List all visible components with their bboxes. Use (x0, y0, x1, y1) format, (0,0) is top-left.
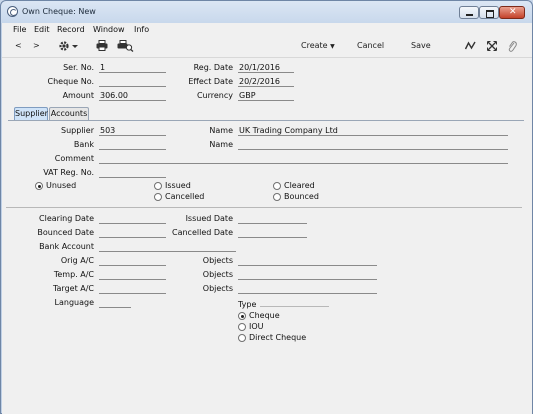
bank-name-label: Name (209, 140, 233, 149)
form-area: Ser. No. 1 Cheque No. Amount 306.00 Reg.… (2, 58, 532, 414)
cancelled-date-label: Cancelled Date (172, 228, 233, 237)
bounced-date-label: Bounced Date (37, 228, 94, 237)
status-bounced-label: Bounced (284, 192, 319, 201)
cheque-no-label: Cheque No. (47, 77, 94, 86)
type-cheque-label: Cheque (249, 311, 280, 320)
vat-reg-no-field[interactable] (99, 168, 166, 178)
type-direct-cheque-radio[interactable] (238, 334, 246, 342)
close-button[interactable] (499, 6, 525, 19)
bank-field[interactable] (99, 140, 166, 150)
bank-label: Bank (73, 140, 94, 149)
ser-no-label: Ser. No. (63, 63, 94, 72)
status-cancelled-label: Cancelled (165, 192, 205, 201)
section-divider (6, 207, 522, 208)
bounced-date-field[interactable] (99, 228, 166, 238)
reg-date-label: Reg. Date (193, 63, 233, 72)
tab-divider (8, 120, 524, 121)
comment-field[interactable] (99, 154, 508, 164)
issued-date-field[interactable] (238, 214, 307, 224)
language-label: Language (54, 298, 94, 307)
status-cancelled-radio[interactable] (154, 193, 162, 201)
print-icon[interactable] (96, 40, 108, 51)
title-bar[interactable]: Own Cheque: New (1, 1, 532, 22)
objects-label-1: Objects (202, 256, 233, 265)
effect-date-field[interactable]: 20/2/2016 (238, 77, 294, 87)
currency-field[interactable]: GBP (238, 91, 294, 101)
window-title: Own Cheque: New (22, 7, 96, 16)
status-cleared-radio[interactable] (273, 182, 281, 190)
status-issued-label: Issued (165, 181, 191, 190)
chevron-down-icon: ▼ (330, 43, 335, 50)
type-label: Type (238, 300, 257, 309)
bank-account-label: Bank Account (39, 242, 94, 251)
temp-ac-field[interactable] (99, 270, 166, 280)
status-issued-radio[interactable] (154, 182, 162, 190)
bank-name-field[interactable] (238, 140, 508, 150)
cancelled-date-field[interactable] (238, 228, 307, 238)
attachment-icon[interactable] (507, 40, 517, 52)
trend-icon[interactable] (465, 41, 476, 51)
status-unused-label: Unused (46, 181, 77, 190)
objects-field-3[interactable] (238, 284, 377, 294)
status-unused-radio[interactable] (35, 182, 43, 190)
expand-icon[interactable] (487, 41, 497, 51)
menu-bar: File Edit Record Window Info (2, 23, 532, 36)
tab-supplier[interactable]: Supplier (14, 107, 48, 121)
menu-edit[interactable]: Edit (34, 25, 50, 34)
menu-info[interactable]: Info (134, 25, 149, 34)
objects-field-1[interactable] (238, 256, 377, 266)
supplier-name-field[interactable]: UK Trading Company Ltd (238, 126, 508, 136)
type-cheque-radio[interactable] (238, 312, 246, 320)
app-window: Own Cheque: New File Edit Record Window … (0, 0, 533, 414)
orig-ac-label: Orig A/C (60, 256, 94, 265)
menu-file[interactable]: File (13, 25, 26, 34)
name-label: Name (209, 126, 233, 135)
objects-label-2: Objects (202, 270, 233, 279)
type-direct-cheque-label: Direct Cheque (249, 333, 307, 342)
type-iou-label: IOU (249, 322, 264, 331)
back-button[interactable]: < (15, 41, 22, 50)
comment-label: Comment (54, 154, 94, 163)
clearing-date-field[interactable] (99, 214, 166, 224)
forward-button[interactable]: > (33, 41, 40, 50)
toolbar: < > Create ▼ Cancel Save (2, 36, 532, 58)
currency-label: Currency (196, 91, 233, 100)
type-group-line (260, 306, 329, 307)
reg-date-field[interactable]: 20/1/2016 (238, 63, 294, 73)
create-menu-button[interactable]: Create ▼ (301, 41, 335, 50)
temp-ac-label: Temp. A/C (53, 270, 94, 279)
issued-date-label: Issued Date (185, 214, 233, 223)
gear-icon[interactable] (58, 40, 80, 52)
effect-date-label: Effect Date (188, 77, 233, 86)
maximize-button[interactable] (479, 6, 499, 19)
cheque-no-field[interactable] (99, 77, 166, 87)
objects-label-3: Objects (202, 284, 233, 293)
app-icon (7, 6, 18, 17)
status-cleared-label: Cleared (284, 181, 315, 190)
create-label: Create (301, 41, 328, 50)
amount-field[interactable]: 306.00 (99, 91, 166, 101)
target-ac-field[interactable] (99, 284, 166, 294)
clearing-date-label: Clearing Date (39, 214, 94, 223)
save-button[interactable]: Save (411, 41, 431, 50)
objects-field-2[interactable] (238, 270, 377, 280)
status-bounced-radio[interactable] (273, 193, 281, 201)
bank-account-field[interactable] (99, 242, 236, 252)
menu-window[interactable]: Window (93, 25, 125, 34)
type-iou-radio[interactable] (238, 323, 246, 331)
supplier-label: Supplier (61, 126, 94, 135)
target-ac-label: Target A/C (52, 284, 94, 293)
print-preview-icon[interactable] (117, 40, 134, 52)
tab-accounts[interactable]: Accounts (49, 107, 89, 120)
orig-ac-field[interactable] (99, 256, 166, 266)
vat-reg-no-label: VAT Reg. No. (43, 168, 94, 177)
supplier-field[interactable]: 503 (99, 126, 166, 136)
language-field[interactable] (99, 298, 131, 308)
menu-record[interactable]: Record (57, 25, 85, 34)
ser-no-field[interactable]: 1 (99, 63, 166, 73)
cancel-button[interactable]: Cancel (357, 41, 384, 50)
amount-label: Amount (62, 91, 94, 100)
minimize-button[interactable] (459, 6, 479, 19)
